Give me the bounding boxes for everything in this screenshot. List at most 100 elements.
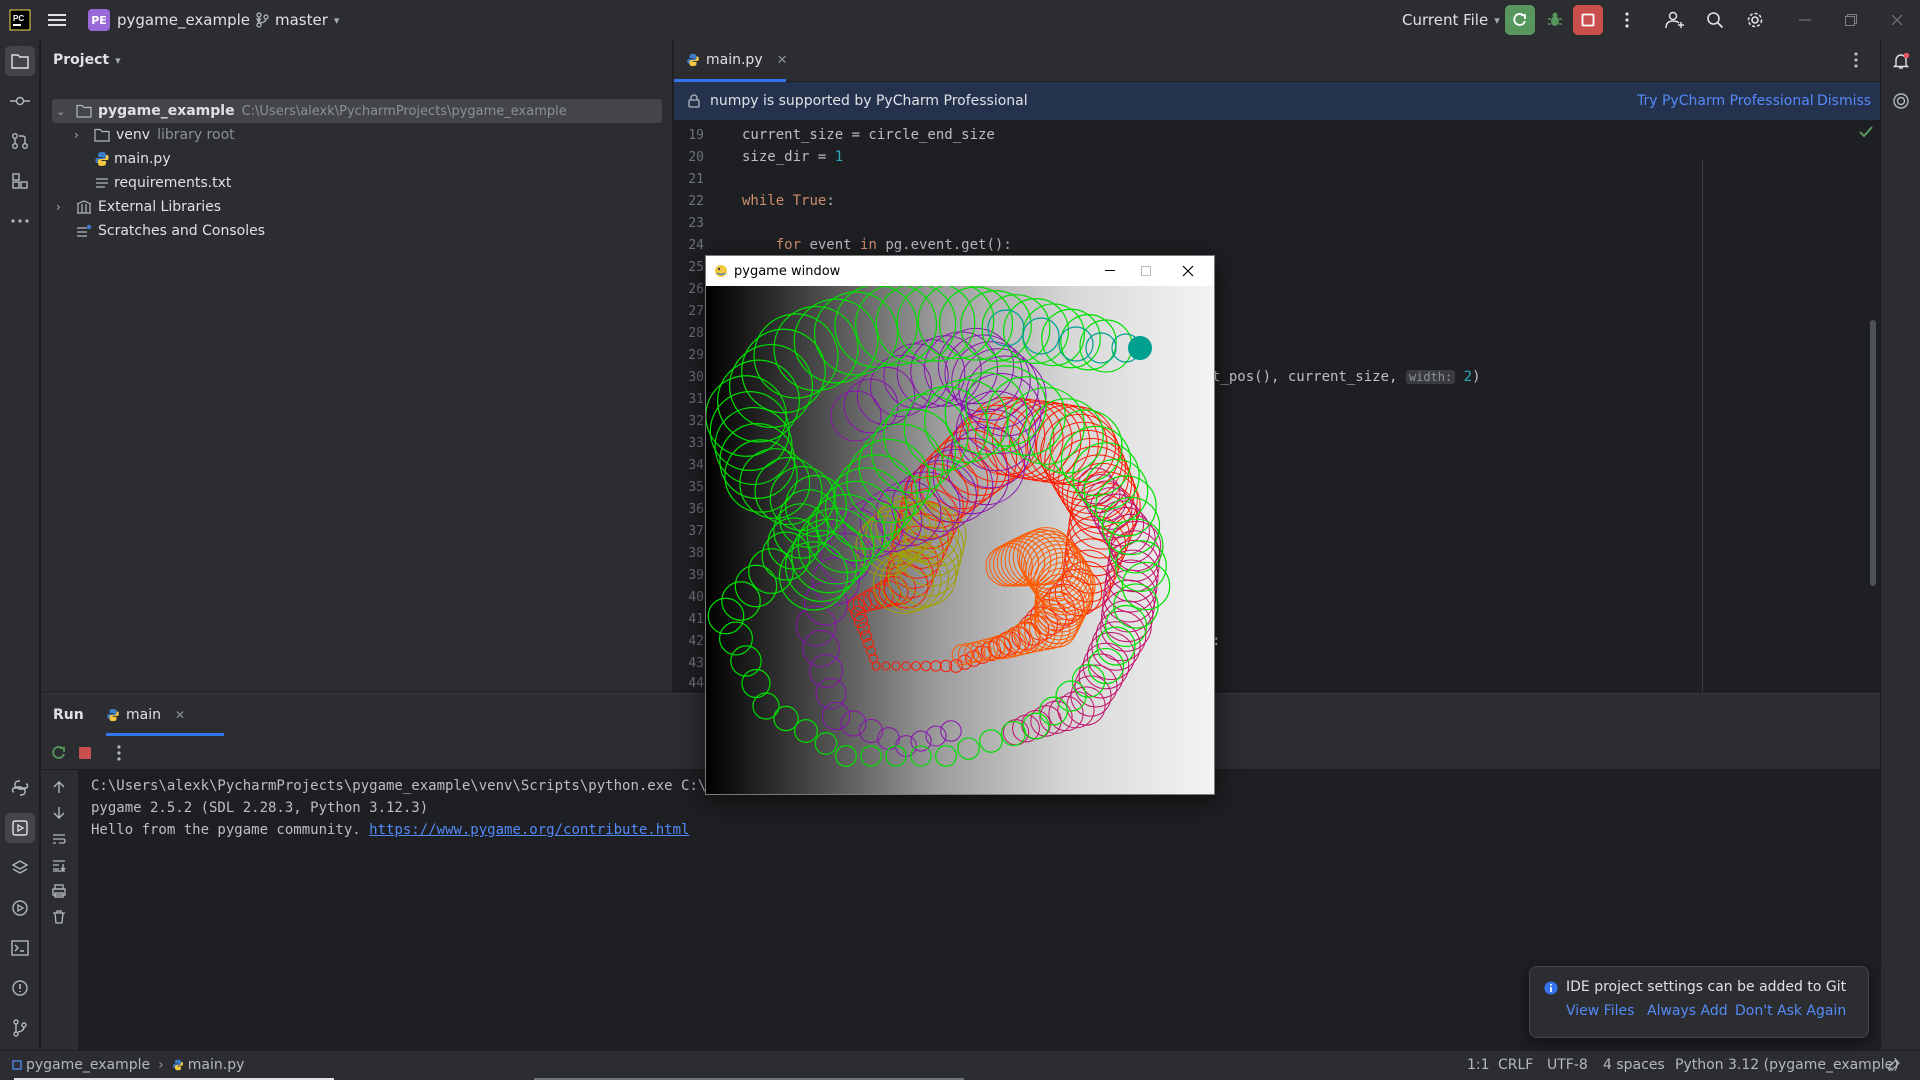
minimize-button[interactable] [1790, 0, 1820, 40]
breadcrumb-file[interactable]: main.py [188, 1057, 245, 1073]
try-professional-link[interactable]: Try PyCharm Professional [1637, 93, 1814, 109]
python-packages-tool-button[interactable] [5, 773, 35, 803]
dismiss-link[interactable]: Dismiss [1817, 93, 1871, 109]
gear-icon [1740, 5, 1770, 35]
more-vertical-icon [1612, 5, 1642, 35]
pygame-minimize-button[interactable] [1092, 256, 1128, 286]
file-encoding[interactable]: UTF-8 [1547, 1051, 1588, 1079]
problems-tool-button[interactable] [5, 973, 35, 1003]
editor-scrollbar[interactable] [1870, 320, 1876, 586]
dont-ask-again-link[interactable]: Don't Ask Again [1735, 1003, 1846, 1019]
terminal-icon [11, 940, 29, 956]
ai-assistant-button[interactable] [1886, 86, 1916, 116]
add-user-icon [1660, 5, 1690, 35]
git-branch-icon [256, 12, 269, 28]
tab-main-py[interactable]: main.py ✕ [686, 40, 788, 80]
run-side-toolbar [41, 770, 79, 1051]
readonly-toggle-icon[interactable] [1887, 1051, 1901, 1079]
run-tab-main[interactable]: main ✕ [106, 702, 185, 728]
indent-setting[interactable]: 4 spaces [1603, 1051, 1665, 1079]
no-problems-check-icon[interactable] [1859, 126, 1873, 138]
branch-name: master [275, 11, 328, 29]
console-line: Hello from the pygame community. https:/… [91, 822, 690, 838]
layers-tool-button[interactable] [5, 853, 35, 883]
close-tab-icon[interactable]: ✕ [175, 708, 185, 722]
tree-item-scratches[interactable]: Scratches and Consoles [41, 219, 673, 243]
run-tool-button[interactable] [5, 813, 35, 843]
info-icon [1544, 981, 1558, 995]
pygame-canvas[interactable] [706, 286, 1214, 794]
pygame-title-bar[interactable]: pygame window [706, 256, 1214, 286]
more-actions-button[interactable] [1612, 0, 1642, 40]
project-badge: PE [88, 9, 110, 31]
close-tab-icon[interactable]: ✕ [777, 53, 788, 68]
plugin-banner: numpy is supported by PyCharm Profession… [674, 82, 1880, 120]
left-tool-strip [0, 40, 40, 1050]
pull-requests-tool-button[interactable] [5, 126, 35, 156]
minimize-icon [1790, 5, 1820, 35]
project-tool-button[interactable] [5, 46, 35, 76]
rerun-icon [1505, 5, 1535, 35]
pygame-maximize-button[interactable] [1128, 256, 1164, 286]
pycharm-logo-icon[interactable]: PC [9, 0, 31, 40]
contribute-link[interactable]: https://www.pygame.org/contribute.html [369, 822, 689, 838]
arrow-down-icon[interactable] [52, 806, 66, 820]
more-horizontal-icon [11, 219, 29, 223]
python-interpreter[interactable]: Python 3.12 (pygame_example) [1675, 1051, 1899, 1079]
breadcrumb-project[interactable]: pygame_example [26, 1057, 150, 1073]
commit-tool-button[interactable] [5, 86, 35, 116]
notification-text: IDE project settings can be added to Git [1566, 979, 1847, 995]
tree-item-requirements[interactable]: requirements.txt [41, 171, 673, 195]
folder-icon [94, 128, 110, 142]
close-icon [1882, 5, 1912, 35]
stop-icon[interactable] [78, 746, 92, 760]
debug-button[interactable] [1540, 0, 1570, 40]
commit-icon [10, 96, 30, 106]
terminal-tool-button[interactable] [5, 933, 35, 963]
tree-item-root[interactable]: ⌄ pygame_example C:\Users\alexk\PycharmP… [52, 99, 662, 123]
more-vertical-icon[interactable] [117, 745, 121, 761]
trash-icon[interactable] [52, 910, 66, 924]
tree-item-main-py[interactable]: main.py [41, 147, 673, 171]
search-button[interactable] [1700, 0, 1730, 40]
git-tool-button[interactable] [5, 1013, 35, 1043]
project-panel-title[interactable]: Project ▾ [53, 52, 121, 68]
tree-item-external-libraries[interactable]: › External Libraries [41, 195, 673, 219]
editor-tabs-menu-icon[interactable] [1854, 52, 1858, 68]
pygame-close-button[interactable] [1164, 256, 1212, 286]
soft-wrap-icon[interactable] [52, 832, 66, 846]
restore-button[interactable] [1836, 0, 1866, 40]
close-window-button[interactable] [1882, 0, 1912, 40]
rerun-button[interactable] [1505, 0, 1535, 40]
rerun-icon[interactable] [51, 745, 67, 761]
run-config-selector[interactable]: Current File ▾ [1402, 0, 1500, 40]
line-separator[interactable]: CRLF [1498, 1051, 1533, 1079]
run-config-label: Current File [1402, 11, 1489, 29]
more-tools-button[interactable] [5, 206, 35, 236]
print-icon[interactable] [52, 884, 66, 898]
branch-selector[interactable]: master ▾ [255, 0, 339, 40]
python-file-icon [172, 1059, 183, 1071]
arrow-up-icon[interactable] [52, 780, 66, 794]
pygame-window[interactable]: pygame window [705, 255, 1215, 795]
structure-tool-button[interactable] [5, 166, 35, 196]
main-menu-icon[interactable] [48, 0, 66, 40]
search-icon [1700, 5, 1730, 35]
view-files-link[interactable]: View Files [1566, 1003, 1634, 1019]
stop-button[interactable] [1573, 0, 1603, 40]
layers-icon [11, 860, 29, 874]
services-tool-button[interactable] [5, 893, 35, 923]
status-bar: pygame_example › main.py 1:1 CRLF UTF-8 … [0, 1050, 1920, 1080]
caret-position[interactable]: 1:1 [1467, 1051, 1490, 1079]
git-notification: IDE project settings can be added to Git… [1529, 966, 1869, 1038]
scroll-to-end-icon[interactable] [52, 858, 66, 872]
project-selector[interactable]: PE pygame_example ▾ [88, 0, 262, 40]
settings-button[interactable] [1740, 0, 1770, 40]
code-with-me-button[interactable] [1660, 0, 1690, 40]
banner-text: numpy is supported by PyCharm Profession… [710, 93, 1028, 109]
library-icon [76, 200, 92, 214]
notifications-button[interactable] [1886, 46, 1916, 76]
git-icon [13, 1019, 27, 1037]
tree-item-venv[interactable]: › venv library root [41, 123, 673, 147]
always-add-link[interactable]: Always Add [1647, 1003, 1728, 1019]
